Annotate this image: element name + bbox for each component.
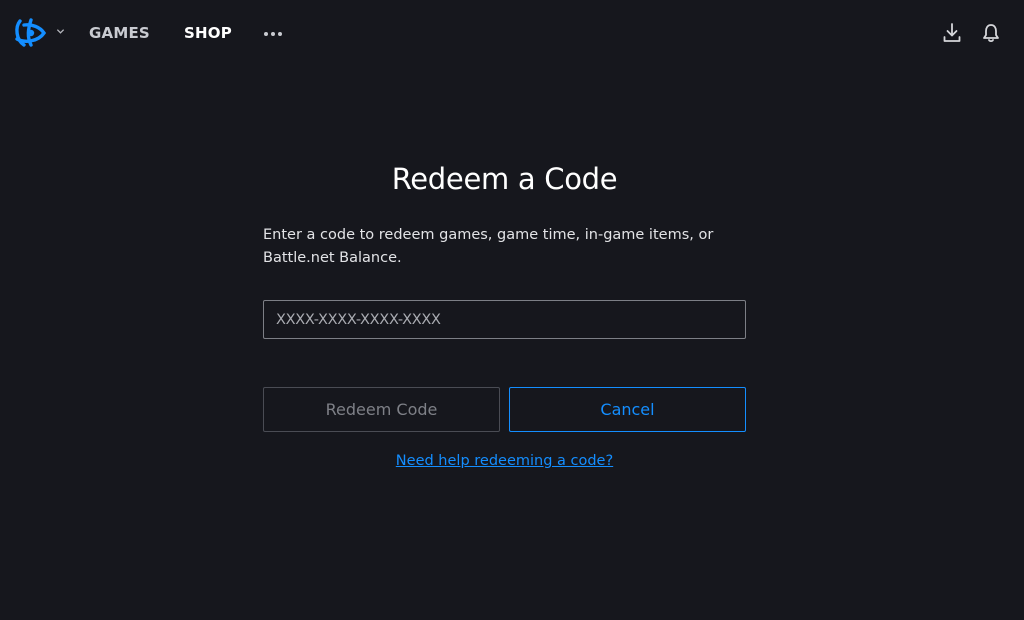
download-icon[interactable] <box>942 22 962 44</box>
battlenet-logo-icon <box>15 18 47 47</box>
cancel-button[interactable]: Cancel <box>509 387 746 432</box>
page-title: Redeem a Code <box>391 162 618 196</box>
redeem-code-input[interactable] <box>263 300 746 339</box>
nav-games-tab[interactable]: GAMES <box>89 23 150 43</box>
more-horizontal-icon[interactable] <box>264 29 288 39</box>
battlenet-logo-menu-button[interactable] <box>10 14 70 52</box>
top-navigation-bar: GAMES SHOP <box>0 0 1024 66</box>
help-redeeming-link[interactable]: Need help redeeming a code? <box>263 453 746 469</box>
chevron-down-icon <box>56 29 65 34</box>
redeem-code-button[interactable]: Redeem Code <box>263 387 500 432</box>
nav-shop-tab[interactable]: SHOP <box>184 23 232 43</box>
redeem-description: Enter a code to redeem games, game time,… <box>263 227 714 266</box>
app-window: GAMES SHOP Redeem a Code Enter a code to… <box>0 0 1024 620</box>
bell-icon[interactable] <box>981 22 1001 44</box>
